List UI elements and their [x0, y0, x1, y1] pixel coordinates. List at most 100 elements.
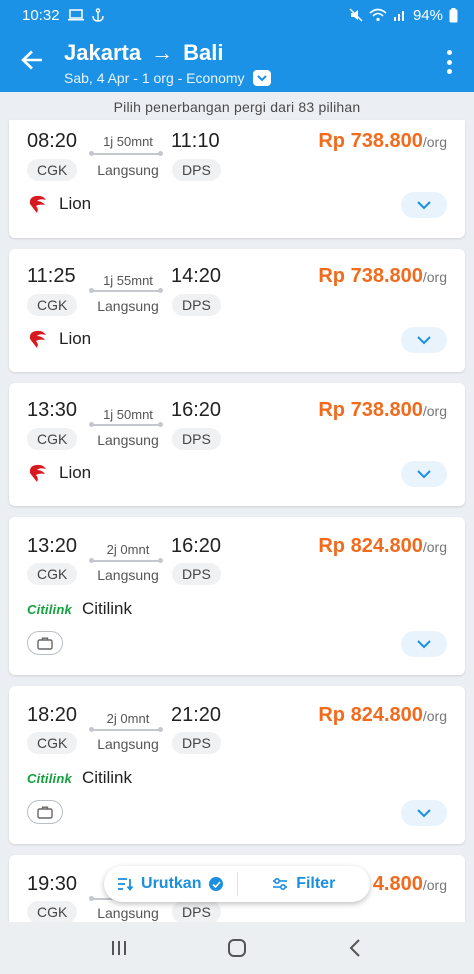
route-arrow-icon: → [151, 40, 174, 65]
baggage-icon [27, 800, 63, 824]
home-button[interactable] [217, 928, 257, 968]
flight-card[interactable]: 18:20 2j 0mnt 21:20 Rp 824.800/org CGK L… [9, 686, 465, 844]
expand-details-button[interactable] [401, 192, 447, 218]
transit-type: Langsung [97, 298, 159, 314]
battery-level: 94% [412, 6, 443, 24]
flight-duration: 1j 55mnt [103, 273, 153, 288]
transit-type: Langsung [97, 432, 159, 448]
flight-card[interactable]: 13:30 1j 50mnt 16:20 Rp 738.800/org CGK … [9, 383, 465, 506]
airline-info: Citilink Citilink [27, 599, 132, 619]
flight-card[interactable]: 11:25 1j 55mnt 14:20 Rp 738.800/org CGK … [9, 249, 465, 372]
sort-icon [118, 878, 134, 891]
route-line [89, 288, 163, 293]
route-line [89, 151, 163, 156]
lion-logo-icon [29, 330, 46, 348]
signal-icon [393, 11, 404, 21]
arrival-airport: DPS [172, 732, 221, 754]
departure-time: 18:20 [27, 704, 78, 726]
departure-airport: CGK [27, 901, 78, 923]
baggage-icon [27, 631, 63, 655]
expand-details-button[interactable] [401, 800, 447, 826]
flight-price: Rp 824.800/org [318, 704, 447, 726]
arrival-airport: DPS [172, 901, 221, 923]
flight-duration: 1j 50mnt [103, 407, 153, 422]
airline-name: Lion [59, 463, 92, 482]
flight-duration: 1j 50mnt [103, 134, 153, 149]
arrival-airport: DPS [172, 159, 221, 181]
chevron-down-icon [252, 70, 271, 86]
mute-icon [349, 8, 363, 22]
trip-summary-text: Sab, 4 Apr - 1 org - Economy [64, 70, 245, 86]
flight-duration: 2j 0mnt [106, 542, 150, 557]
transit-type: Langsung [97, 905, 159, 921]
flight-duration: 2j 0mnt [106, 711, 150, 726]
sort-label: Urutkan [141, 875, 202, 892]
airline-info: Citilink Citilink [27, 768, 132, 788]
departure-time: 19:30 [27, 873, 78, 895]
flight-card[interactable]: 08:20 1j 50mnt 11:10 Rp 738.800/org CGK … [9, 120, 465, 238]
departure-airport: CGK [27, 563, 78, 585]
back-button[interactable] [14, 44, 50, 76]
airline-name: Citilink [81, 599, 132, 618]
arrival-time: 11:10 [171, 130, 220, 152]
airline-name: Citilink [81, 768, 132, 787]
transit-type: Langsung [97, 736, 159, 752]
departure-airport: CGK [27, 428, 78, 450]
anchor-icon [91, 8, 104, 22]
transit-type: Langsung [97, 567, 159, 583]
route-line [89, 422, 163, 427]
battery-icon [449, 7, 458, 22]
filter-label: Filter [296, 875, 336, 892]
chevron-down-icon [417, 200, 431, 209]
arrival-time: 21:20 [171, 704, 222, 726]
results-count-banner: Pilih penerbangan pergi dari 83 pilihan [113, 99, 361, 115]
sort-filter-bar: Urutkan Filter [104, 866, 370, 902]
status-bar: 10:32 94% [0, 0, 474, 30]
system-back-button[interactable] [335, 928, 375, 968]
chevron-down-icon [417, 335, 431, 344]
flight-price: Rp 738.800/org [318, 265, 447, 287]
departure-time: 11:25 [27, 265, 76, 287]
citilink-logo: Citilink [27, 770, 72, 786]
route-line [89, 558, 163, 563]
arrival-airport: DPS [172, 294, 221, 316]
expand-details-button[interactable] [401, 461, 447, 487]
flight-card[interactable]: 13:20 2j 0mnt 16:20 Rp 824.800/org CGK L… [9, 517, 465, 675]
citilink-logo: Citilink [27, 601, 72, 617]
chevron-down-icon [417, 469, 431, 478]
sort-button[interactable]: Urutkan [104, 866, 237, 902]
check-icon [209, 877, 224, 891]
expand-details-button[interactable] [401, 327, 447, 353]
wifi-icon [369, 8, 387, 22]
more-options-icon[interactable] [444, 50, 454, 74]
app-bar: Jakarta → Bali Sab, 4 Apr - 1 org - Econ… [0, 30, 474, 92]
transit-type: Langsung [97, 162, 159, 178]
flight-price: Rp 824.800/org [318, 535, 447, 557]
departure-airport: CGK [27, 294, 78, 316]
departure-time: 13:20 [27, 535, 78, 557]
departure-airport: CGK [27, 159, 78, 181]
recents-icon [112, 941, 126, 955]
route-line [89, 727, 163, 732]
airline-info: Lion [27, 329, 91, 349]
laptop-icon [67, 9, 84, 21]
airline-info: Lion [27, 463, 91, 483]
route-title[interactable]: Jakarta → Bali [64, 40, 223, 66]
home-icon [228, 939, 246, 957]
origin-city: Jakarta [64, 40, 142, 65]
system-nav-bar [0, 922, 474, 974]
destination-city: Bali [183, 40, 224, 65]
arrival-time: 16:20 [171, 535, 222, 557]
airline-name: Lion [59, 329, 92, 348]
expand-details-button[interactable] [401, 631, 447, 657]
trip-summary[interactable]: Sab, 4 Apr - 1 org - Economy [64, 70, 271, 86]
flight-price: 4.800/org [372, 873, 447, 895]
airline-info: Lion [27, 194, 91, 214]
recent-apps-button[interactable] [99, 928, 139, 968]
departure-time: 08:20 [27, 130, 78, 152]
airline-name: Lion [59, 194, 92, 213]
arrival-time: 16:20 [171, 399, 222, 421]
chevron-down-icon [417, 639, 431, 648]
filter-button[interactable]: Filter [238, 866, 371, 902]
chevron-down-icon [417, 808, 431, 817]
